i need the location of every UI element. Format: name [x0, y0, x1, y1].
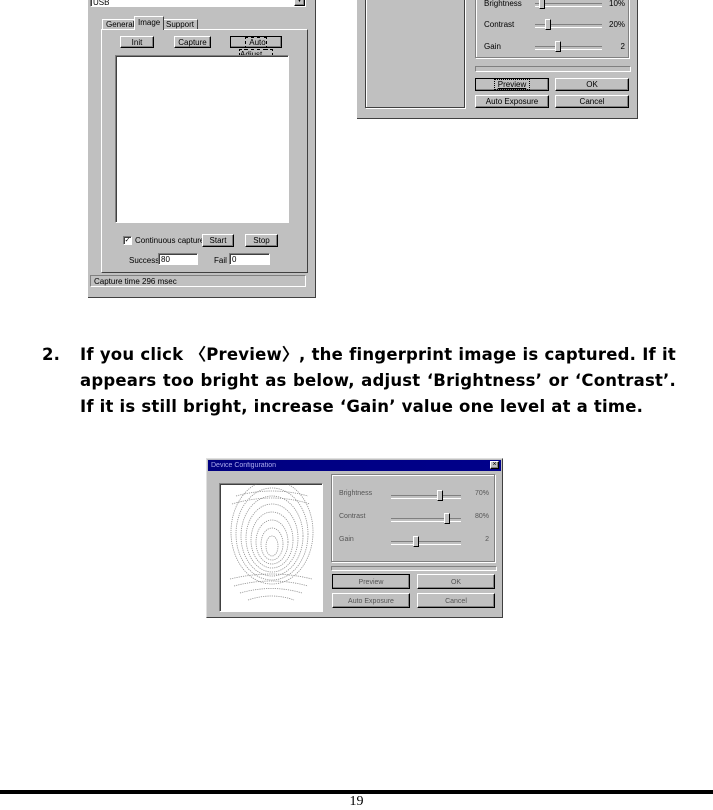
- gain-label: Gain: [484, 42, 501, 51]
- status-bar: Capture time 296 msec: [90, 275, 306, 287]
- contrast-value: 20%: [609, 20, 626, 29]
- brightness-slider-track[interactable]: [391, 495, 461, 499]
- progress-bar: [331, 566, 497, 571]
- fingerprint-icon: [229, 484, 314, 601]
- contrast-label: Contrast: [484, 20, 515, 29]
- auto-exposure-button[interactable]: Auto Exposure: [475, 95, 549, 108]
- auto-exposure-button[interactable]: Auto Exposure: [332, 593, 410, 608]
- contrast-slider-track[interactable]: [391, 518, 461, 522]
- gain-value: 2: [620, 42, 625, 51]
- close-icon: ×: [492, 461, 497, 468]
- auto-adjust-button[interactable]: Auto Adjust...: [230, 36, 282, 60]
- step-number: 2.: [42, 345, 61, 364]
- dialog-title: Device Configuration: [211, 462, 276, 469]
- cancel-button[interactable]: Cancel: [555, 95, 629, 108]
- device-select-dropdown-button[interactable]: ▼: [294, 0, 305, 6]
- success-count-field[interactable]: 80: [158, 253, 198, 265]
- gain-label: Gain: [339, 536, 354, 543]
- fail-label: Fail: [214, 256, 227, 265]
- preview-button[interactable]: Preview: [332, 574, 410, 589]
- brightness-label: Brightness: [484, 0, 522, 8]
- brightness-slider-thumb[interactable]: [538, 0, 545, 9]
- ok-button[interactable]: OK: [555, 78, 629, 91]
- device-select[interactable]: USB: [90, 0, 306, 7]
- brightness-value: 10%: [609, 0, 626, 8]
- gain-slider-track[interactable]: [391, 541, 461, 545]
- gain-slider-track[interactable]: [535, 46, 602, 50]
- success-label: Success: [129, 256, 160, 265]
- page-number: 19: [349, 794, 364, 809]
- device-select-value: USB: [93, 0, 110, 7]
- brightness-slider-track[interactable]: [535, 3, 602, 7]
- contrast-label: Contrast: [339, 513, 366, 520]
- brightness-slider-thumb[interactable]: [437, 490, 443, 501]
- stop-button[interactable]: Stop: [245, 234, 278, 247]
- ok-button[interactable]: OK: [417, 574, 495, 589]
- capture-button[interactable]: Capture: [174, 36, 211, 48]
- cancel-button[interactable]: Cancel: [417, 593, 495, 608]
- tab-image[interactable]: Image: [134, 16, 165, 30]
- device-configuration-dialog-cropped: Brightness 10% Contrast 20% Gain 2 Previ…: [357, 0, 638, 119]
- contrast-slider-thumb[interactable]: [444, 513, 450, 524]
- step-text: If you click 〈Preview〉, the fingerprint …: [80, 345, 676, 416]
- gain-slider-thumb[interactable]: [555, 41, 562, 52]
- contrast-value: 80%: [474, 513, 489, 520]
- fail-count-field[interactable]: 0: [229, 253, 270, 265]
- fingerprint-image-preview: [115, 55, 289, 223]
- fingerprint-image: [219, 483, 323, 612]
- brightness-label: Brightness: [339, 490, 373, 497]
- chevron-down-icon: ▼: [296, 0, 303, 4]
- checkbox-checked-icon: ✓: [123, 236, 132, 245]
- fingerprint-preview-frame: [365, 0, 465, 108]
- contrast-slider-thumb[interactable]: [545, 19, 552, 30]
- settings-dialog: USB ▼ General Image Support Init Capture…: [88, 0, 316, 298]
- title-bar: Device Configuration ×: [208, 460, 501, 471]
- progress-bar: [475, 66, 631, 72]
- init-button[interactable]: Init: [120, 36, 154, 48]
- device-configuration-dialog: Device Configuration × Brightness 70% Co…: [206, 458, 503, 618]
- brightness-value: 70%: [474, 490, 489, 497]
- start-button[interactable]: Start: [202, 234, 234, 247]
- preview-button[interactable]: Preview: [475, 78, 549, 91]
- image-tab-panel: Init Capture Auto Adjust... ✓ Continuous…: [101, 29, 308, 273]
- close-button[interactable]: ×: [490, 461, 499, 469]
- gain-slider-thumb[interactable]: [412, 536, 419, 547]
- gain-value: 2: [485, 536, 489, 543]
- continuous-capture-checkbox[interactable]: ✓ Continuous capture: [123, 236, 204, 245]
